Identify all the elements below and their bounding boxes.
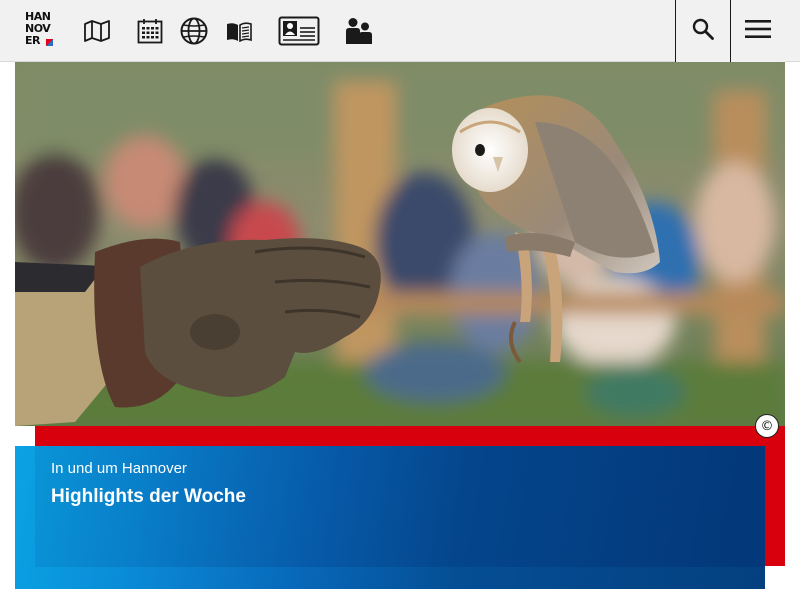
globe-icon[interactable] <box>179 14 209 48</box>
hannover-logo[interactable]: HAN NOV ER <box>25 11 55 51</box>
copyright-icon[interactable]: © <box>755 414 779 438</box>
people-icon[interactable] <box>343 14 375 48</box>
caption-panel[interactable]: In und um Hannover Highlights der Woche <box>15 446 765 589</box>
calendar-icon[interactable] <box>136 14 164 48</box>
search-icon <box>692 18 714 44</box>
id-card-icon[interactable] <box>277 14 320 48</box>
logo-square-icon <box>46 39 53 46</box>
book-icon[interactable] <box>225 14 253 48</box>
hero-subtitle: In und um Hannover <box>51 460 187 477</box>
hamburger-menu-icon <box>745 19 771 43</box>
hero-title[interactable]: Highlights der Woche <box>51 486 246 508</box>
site-header: HAN NOV ER <box>0 0 800 62</box>
menu-button[interactable] <box>730 0 785 62</box>
hero-image[interactable] <box>15 62 785 426</box>
search-button[interactable] <box>675 0 730 62</box>
map-icon[interactable] <box>83 14 111 48</box>
